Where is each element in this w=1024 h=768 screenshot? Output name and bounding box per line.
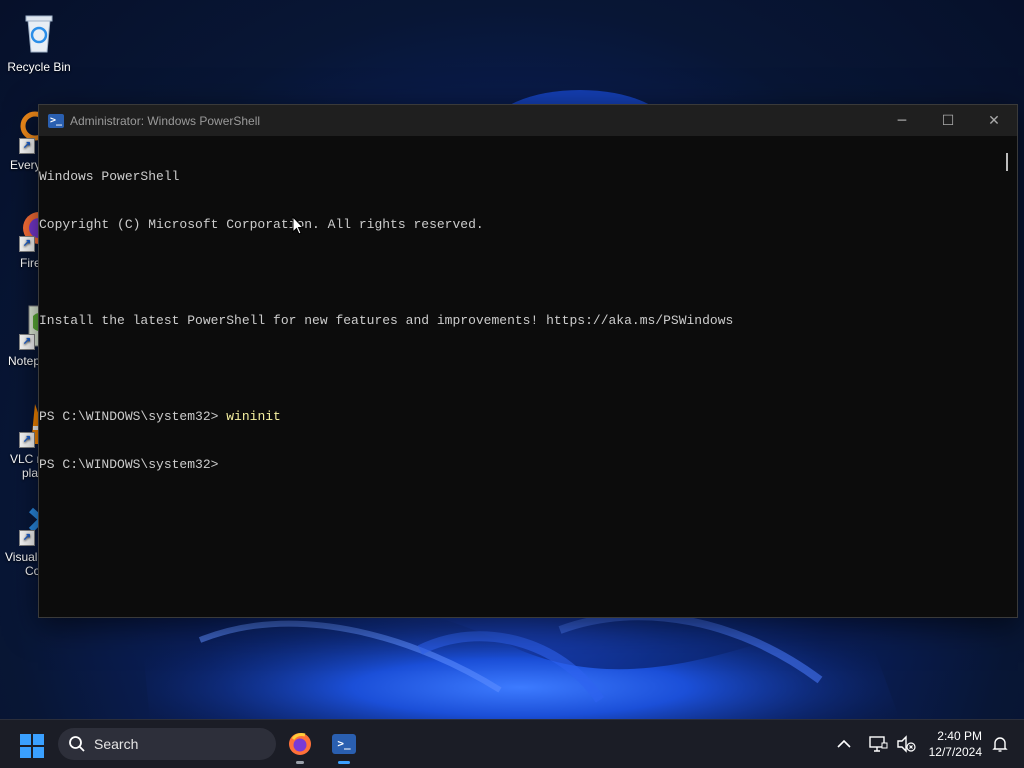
shortcut-arrow-icon: ↗ xyxy=(19,530,35,546)
powershell-icon: >_ xyxy=(48,113,64,128)
recycle-bin-icon xyxy=(15,8,63,56)
volume-muted-icon[interactable] xyxy=(894,732,918,756)
clock[interactable]: 2:40 PM 12/7/2024 xyxy=(929,728,982,760)
search-icon xyxy=(69,736,85,752)
notification-bell-icon[interactable] xyxy=(990,734,1010,754)
shortcut-arrow-icon: ↗ xyxy=(19,334,35,350)
taskbar: Search >_ 2:40 PM 12/7/2024 xyxy=(0,719,1024,768)
firefox-icon xyxy=(289,733,311,755)
scrollbar-thumb[interactable] xyxy=(1006,153,1008,171)
terminal-line: Copyright (C) Microsoft Corporation. All… xyxy=(39,217,484,232)
start-button[interactable] xyxy=(20,734,44,758)
search-box[interactable]: Search xyxy=(58,728,276,760)
terminal-command: wininit xyxy=(226,409,281,424)
chevron-up-icon[interactable] xyxy=(832,732,856,756)
clock-time: 2:40 PM xyxy=(937,729,982,743)
shortcut-arrow-icon: ↗ xyxy=(19,432,35,448)
running-indicator xyxy=(338,761,350,764)
terminal-prompt: PS C:\WINDOWS\system32> xyxy=(39,409,227,424)
terminal-line: Install the latest PowerShell for new fe… xyxy=(39,313,734,328)
shortcut-arrow-icon: ↗ xyxy=(19,236,35,252)
mouse-cursor-icon xyxy=(292,215,305,240)
clock-date: 12/7/2024 xyxy=(928,745,982,759)
taskbar-firefox[interactable] xyxy=(284,728,316,764)
shortcut-arrow-icon: ↗ xyxy=(19,138,35,154)
desktop-icon-recycle-bin[interactable]: Recycle Bin xyxy=(0,8,78,74)
terminal-prompt: PS C:\WINDOWS\system32> xyxy=(39,457,227,472)
maximize-button[interactable]: ☐ xyxy=(925,105,971,136)
title-bar[interactable]: >_ Administrator: Windows PowerShell ─ ☐… xyxy=(39,105,1017,136)
powershell-icon: >_ xyxy=(332,734,356,754)
system-tray xyxy=(832,720,918,768)
terminal-output[interactable]: Windows PowerShell Copyright (C) Microso… xyxy=(39,137,999,617)
desktop-icon-label: Recycle Bin xyxy=(7,60,71,74)
window-title: Administrator: Windows PowerShell xyxy=(70,113,261,128)
close-button[interactable]: ✕ xyxy=(971,105,1017,136)
terminal-current-prompt[interactable]: PS C:\WINDOWS\system32> xyxy=(39,457,999,473)
search-label: Search xyxy=(94,736,139,752)
terminal-command-line: PS C:\WINDOWS\system32> wininit xyxy=(39,409,999,425)
network-icon[interactable] xyxy=(866,732,890,756)
running-indicator xyxy=(296,761,304,764)
terminal-line: Windows PowerShell xyxy=(39,169,180,184)
vertical-scrollbar[interactable] xyxy=(999,137,1017,617)
taskbar-powershell[interactable]: >_ xyxy=(328,728,360,764)
minimize-button[interactable]: ─ xyxy=(879,105,925,136)
powershell-window[interactable]: >_ Administrator: Windows PowerShell ─ ☐… xyxy=(38,104,1018,618)
